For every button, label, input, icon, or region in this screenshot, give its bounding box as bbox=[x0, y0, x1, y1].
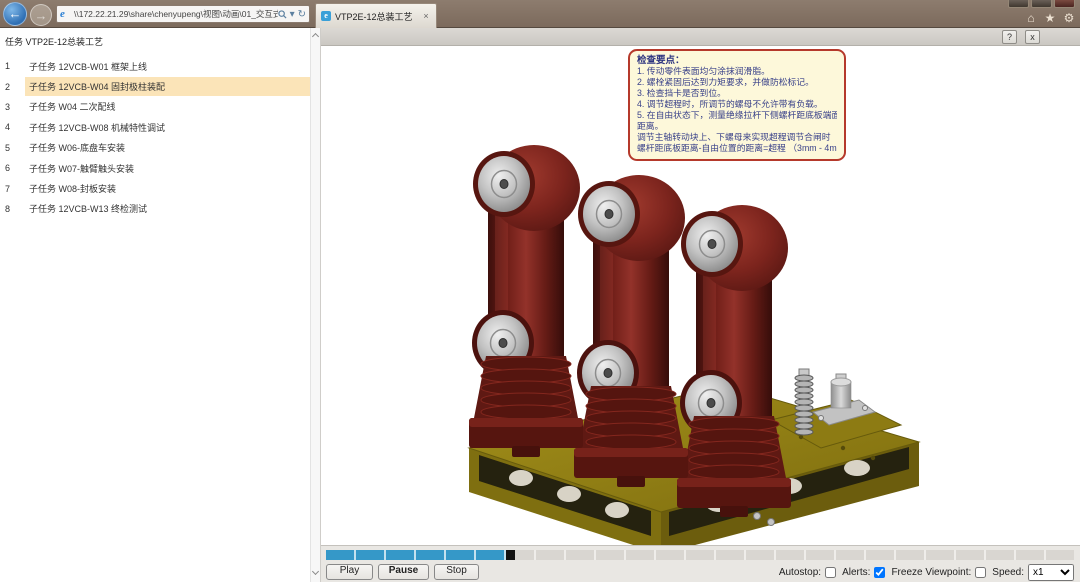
task-label[interactable]: 子任务 12VCB-W04 固封极柱装配 bbox=[25, 77, 310, 96]
task-sidebar: 任务 VTP2E-12总装工艺 1 子任务 12VCB-W01 框架上线 2 子… bbox=[0, 28, 310, 582]
task-number: 8 bbox=[0, 204, 25, 214]
play-button[interactable]: Play bbox=[326, 564, 373, 580]
tab-favicon: e bbox=[321, 11, 331, 21]
task-label[interactable]: 子任务 W07-触臂触头安装 bbox=[25, 159, 310, 178]
note-line: 螺杆距底板距离-自由位置的距离=超程 （3mm - 4mm） bbox=[637, 143, 837, 154]
note-line: 1. 传动零件表面均匀涂抹润滑脂。 bbox=[637, 66, 837, 77]
task-label[interactable]: 子任务 W08-封板安装 bbox=[25, 179, 310, 198]
playback-bar: Play Pause Stop Autostop: Alerts: Freeze… bbox=[321, 545, 1080, 582]
address-bar[interactable]: e \\172.22.21.29\share\chenyupeng\视图\动画\… bbox=[56, 5, 310, 23]
task-number: 2 bbox=[0, 82, 25, 92]
help-button[interactable]: ? bbox=[1002, 30, 1017, 44]
inspection-note-box: 检查要点： 1. 传动零件表面均匀涂抹润滑脂。 2. 螺栓紧固后达到力矩要求，并… bbox=[628, 49, 846, 161]
task-list: 1 子任务 12VCB-W01 框架上线 2 子任务 12VCB-W04 固封极… bbox=[0, 56, 310, 219]
task-list-item[interactable]: 2 子任务 12VCB-W04 固封极柱装配 bbox=[0, 76, 310, 96]
browser-tab[interactable]: e VTP2E-12总装工艺 × bbox=[315, 3, 437, 28]
spring-part bbox=[795, 369, 813, 435]
back-button[interactable]: ← bbox=[3, 2, 27, 26]
minimize-button[interactable] bbox=[1008, 0, 1029, 8]
note-line: 距离。 bbox=[637, 121, 837, 132]
task-list-item[interactable]: 7 子任务 W08-封板安装 bbox=[0, 178, 310, 198]
pole-column-middle bbox=[574, 175, 688, 487]
viewer-close-button[interactable]: x bbox=[1025, 30, 1040, 44]
viewer-stage: 检查要点： 1. 传动零件表面均匀涂抹润滑脂。 2. 螺栓紧固后达到力矩要求，并… bbox=[321, 47, 1080, 545]
task-number: 1 bbox=[0, 61, 25, 71]
freeze-viewpoint-label: Freeze Viewpoint: bbox=[891, 567, 971, 578]
task-number: 5 bbox=[0, 143, 25, 153]
pole-column-left bbox=[469, 145, 583, 457]
tab-close-icon[interactable]: × bbox=[421, 11, 431, 21]
note-title: 检查要点： bbox=[637, 55, 837, 66]
tab-title: VTP2E-12总装工艺 bbox=[335, 10, 417, 23]
alerts-label: Alerts: bbox=[842, 567, 870, 578]
note-line: 5. 在自由状态下，测量绝缘拉杆下侧螺杆距底板端面 bbox=[637, 110, 837, 121]
note-line: 调节主轴转动块上、下螺母来实现超程调节合闸时 bbox=[637, 132, 837, 143]
scroll-down-icon[interactable] bbox=[312, 568, 319, 575]
task-number: 3 bbox=[0, 102, 25, 112]
pause-button[interactable]: Pause bbox=[378, 564, 429, 580]
task-label[interactable]: 子任务 12VCB-W08 机械特性调试 bbox=[25, 118, 310, 137]
pole-column-right bbox=[677, 205, 791, 517]
task-list-item[interactable]: 5 子任务 W06-底盘车安装 bbox=[0, 138, 310, 158]
page-content: 任务 VTP2E-12总装工艺 1 子任务 12VCB-W01 框架上线 2 子… bbox=[0, 28, 1080, 582]
timeline-fill bbox=[326, 550, 506, 560]
task-list-item[interactable]: 6 子任务 W07-触臂触头安装 bbox=[0, 158, 310, 178]
speed-label: Speed: bbox=[992, 567, 1024, 578]
task-list-item[interactable]: 8 子任务 12VCB-W13 终检测试 bbox=[0, 199, 310, 219]
window-controls bbox=[1008, 0, 1075, 8]
note-line: 3. 检查挡卡是否到位。 bbox=[637, 88, 837, 99]
autostop-label: Autostop: bbox=[779, 567, 821, 578]
task-number: 4 bbox=[0, 122, 25, 132]
home-icon[interactable]: ⌂ bbox=[1024, 11, 1038, 25]
sidebar-scrollbar[interactable] bbox=[310, 28, 320, 582]
task-label[interactable]: 子任务 W06-底盘车安装 bbox=[25, 138, 310, 157]
browser-chrome: ← → e \\172.22.21.29\share\chenyupeng\视图… bbox=[0, 0, 1080, 28]
freeze-viewpoint-checkbox[interactable] bbox=[975, 567, 986, 578]
forward-button[interactable]: → bbox=[30, 4, 52, 26]
task-label[interactable]: 子任务 12VCB-W13 终检测试 bbox=[25, 199, 310, 218]
refresh-icon[interactable]: ↻ bbox=[298, 9, 306, 20]
stop-button[interactable]: Stop bbox=[434, 564, 479, 580]
autostop-checkbox[interactable] bbox=[825, 567, 836, 578]
viewer-toolbar: ? x bbox=[321, 28, 1080, 46]
task-list-item[interactable]: 3 子任务 W04 二次配线 bbox=[0, 97, 310, 117]
alerts-checkbox[interactable] bbox=[874, 567, 885, 578]
close-window-button[interactable] bbox=[1054, 0, 1075, 8]
playback-options: Autostop: Alerts: Freeze Viewpoint: Spee… bbox=[779, 564, 1074, 581]
task-list-header: 任务 VTP2E-12总装工艺 bbox=[0, 33, 310, 56]
note-lines: 1. 传动零件表面均匀涂抹润滑脂。 2. 螺栓紧固后达到力矩要求，并做防松标记。… bbox=[637, 66, 837, 154]
playhead-marker[interactable] bbox=[506, 550, 515, 560]
task-label[interactable]: 子任务 W04 二次配线 bbox=[25, 97, 310, 116]
maximize-button[interactable] bbox=[1031, 0, 1052, 8]
task-list-item[interactable]: 1 子任务 12VCB-W01 框架上线 bbox=[0, 56, 310, 76]
settings-gear-icon[interactable]: ⚙ bbox=[1062, 11, 1076, 25]
note-line: 4. 调节超程时，所调节的螺母不允许带有负载。 bbox=[637, 99, 837, 110]
address-url[interactable]: \\172.22.21.29\share\chenyupeng\视图\动画\01… bbox=[74, 8, 278, 20]
timeline-track[interactable] bbox=[326, 550, 1074, 560]
search-icon[interactable] bbox=[278, 10, 287, 19]
task-list-item[interactable]: 4 子任务 12VCB-W08 机械特性调试 bbox=[0, 117, 310, 137]
speed-select[interactable]: x1 bbox=[1028, 564, 1074, 581]
ie-page-icon: e bbox=[60, 9, 71, 20]
task-number: 6 bbox=[0, 163, 25, 173]
viewer-panel: ? x bbox=[320, 28, 1080, 582]
favorites-star-icon[interactable]: ★ bbox=[1043, 11, 1057, 25]
browser-window: ← → e \\172.22.21.29\share\chenyupeng\视图… bbox=[0, 0, 1080, 582]
task-label[interactable]: 子任务 12VCB-W01 框架上线 bbox=[25, 57, 310, 76]
scroll-up-icon[interactable] bbox=[312, 33, 319, 40]
task-number: 7 bbox=[0, 184, 25, 194]
note-line: 2. 螺栓紧固后达到力矩要求，并做防松标记。 bbox=[637, 77, 837, 88]
address-dropdown-icon[interactable]: ▾ bbox=[290, 9, 295, 20]
